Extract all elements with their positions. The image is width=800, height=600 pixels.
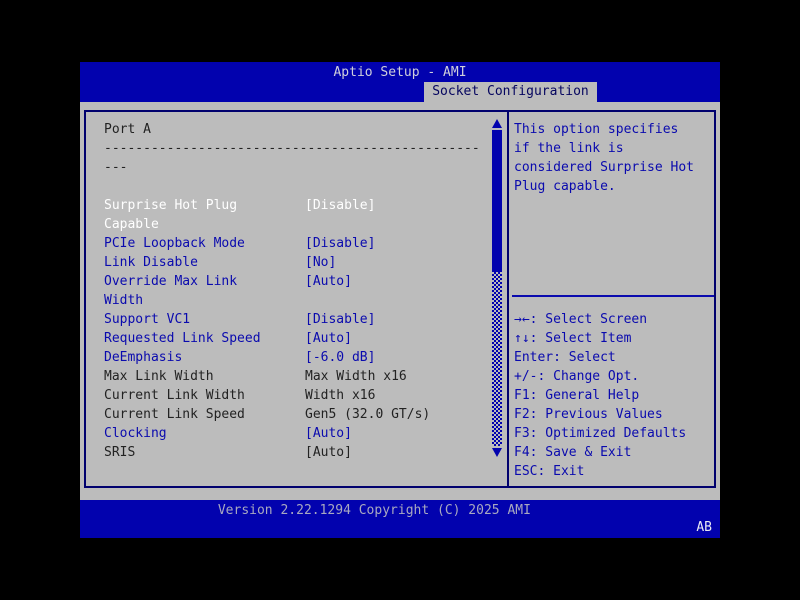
menu-item-label: Surprise Hot Plug Capable xyxy=(104,198,238,232)
menu-item-label: SRIS xyxy=(104,445,136,460)
menu-item-value: [Disable] xyxy=(305,312,376,327)
menu-item-value: [Auto] xyxy=(305,274,352,289)
help-text-line: if the link is xyxy=(514,141,624,156)
menu-item-value: [-6.0 dB] xyxy=(305,350,376,365)
hotkey-general-help: F1: General Help xyxy=(514,388,640,403)
scrollbar-track[interactable] xyxy=(492,272,502,446)
menu-item-value: Width x16 xyxy=(305,388,376,403)
menu-item-override-max-link-width[interactable]: Override Max Link Width [Auto] xyxy=(104,272,486,310)
hotkey-change-opt: +/-: Change Opt. xyxy=(514,369,640,384)
menu-item-label: DeEmphasis xyxy=(104,350,183,365)
main-area: Port A ---------------------------------… xyxy=(80,102,720,500)
footer-bar: Version 2.22.1294 Copyright (C) 2025 AMI… xyxy=(80,500,720,538)
bios-setup-screen: Aptio Setup - AMI Socket Configuration P… xyxy=(80,62,720,538)
section-separator-line1: ----------------------------------------… xyxy=(104,141,480,156)
menu-item-label: Support VC1 xyxy=(104,312,191,327)
hotkey-select-item: ↑↓: Select Item xyxy=(514,331,632,346)
help-text-line: Plug capable. xyxy=(514,179,616,194)
title-bar: Aptio Setup - AMI Socket Configuration xyxy=(80,62,720,102)
menu-item-current-link-speed: Current Link Speed Gen5 (32.0 GT/s) xyxy=(104,405,486,424)
tab-socket-configuration[interactable]: Socket Configuration xyxy=(424,82,597,102)
menu-item-label: Requested Link Speed xyxy=(104,331,261,346)
help-separator xyxy=(512,295,714,297)
scrollbar-thumb[interactable] xyxy=(492,130,502,272)
hotkey-save-exit: F4: Save & Exit xyxy=(514,445,632,460)
menu-item-label: Link Disable xyxy=(104,255,198,270)
help-text-line: considered Surprise Hot xyxy=(514,160,695,175)
menu-items: Surprise Hot Plug Capable [Disable] PCIe Lo… xyxy=(104,196,486,462)
menu-item-surprise-hot-plug-capable[interactable]: Surprise Hot Plug Capable [Disable] xyxy=(104,196,486,234)
hotkey-exit: ESC: Exit xyxy=(514,464,585,479)
scrollbar-down-arrow-icon[interactable] xyxy=(492,448,502,457)
app-title: Aptio Setup - AMI xyxy=(333,65,467,80)
menu-item-label: PCIe Loopback Mode xyxy=(104,236,245,251)
scrollbar-up-arrow-icon[interactable] xyxy=(492,119,502,128)
menu-item-value: Max Width x16 xyxy=(305,369,407,384)
hotkey-select-screen: →←: Select Screen xyxy=(514,312,648,327)
section-title: Port A xyxy=(104,122,151,137)
hotkey-legend: →←: Select Screen ↑↓: Select Item Enter: S… xyxy=(514,310,714,481)
menu-item-value: Gen5 (32.0 GT/s) xyxy=(305,407,431,422)
hotkey-previous-values: F2: Previous Values xyxy=(514,407,663,422)
hotkey-optimized-defaults: F3: Optimized Defaults xyxy=(514,426,687,441)
footer-badge: AB xyxy=(696,520,712,535)
settings-list: Port A ---------------------------------… xyxy=(104,120,486,462)
menu-item-value: [Auto] xyxy=(305,445,352,460)
menu-item-support-vc1[interactable]: Support VC1 [Disable] xyxy=(104,310,486,329)
menu-item-value: [No] xyxy=(305,255,337,270)
menu-item-label: Max Link Width xyxy=(104,369,214,384)
menu-item-value: [Disable] xyxy=(305,236,376,251)
section-separator-line2: --- xyxy=(104,160,128,175)
panel-divider xyxy=(507,110,509,488)
menu-item-sris: SRIS [Auto] xyxy=(104,443,486,462)
version-text: Version 2.22.1294 Copyright (C) 2025 AMI xyxy=(217,503,531,518)
help-text: This option specifies if the link is consi… xyxy=(514,120,712,196)
menu-item-value: [Disable] xyxy=(305,198,376,213)
menu-item-deemphasis[interactable]: DeEmphasis [-6.0 dB] xyxy=(104,348,486,367)
help-text-line: This option specifies xyxy=(514,122,679,137)
menu-item-current-link-width: Current Link Width Width x16 xyxy=(104,386,486,405)
menu-item-label: Override Max Link Width xyxy=(104,274,238,308)
menu-item-pcie-loopback-mode[interactable]: PCIe Loopback Mode [Disable] xyxy=(104,234,486,253)
menu-item-value: [Auto] xyxy=(305,331,352,346)
menu-item-max-link-width: Max Link Width Max Width x16 xyxy=(104,367,486,386)
menu-item-clocking[interactable]: Clocking [Auto] xyxy=(104,424,486,443)
menu-item-requested-link-speed[interactable]: Requested Link Speed [Auto] xyxy=(104,329,486,348)
menu-item-label: Current Link Speed xyxy=(104,407,245,422)
hotkey-select: Enter: Select xyxy=(514,350,616,365)
menu-item-link-disable[interactable]: Link Disable [No] xyxy=(104,253,486,272)
menu-item-label: Current Link Width xyxy=(104,388,245,403)
menu-item-label: Clocking xyxy=(104,426,167,441)
menu-item-value: [Auto] xyxy=(305,426,352,441)
